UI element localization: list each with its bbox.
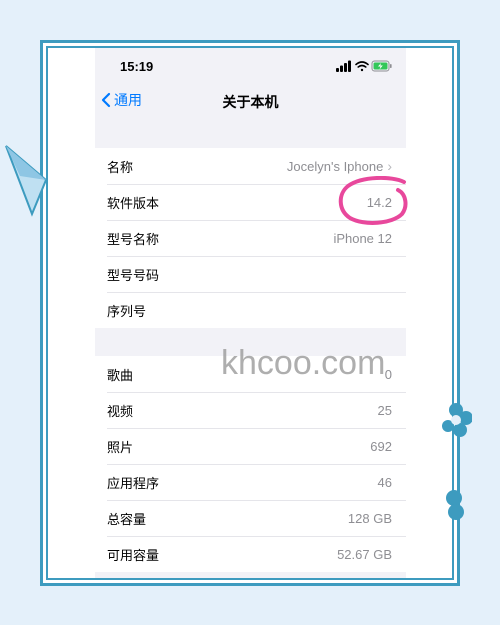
available-row: 可用容量 52.67 GB [95, 536, 406, 572]
row-value: 25 [377, 402, 392, 418]
flower-icon [442, 403, 472, 437]
row-label: 软件版本 [107, 196, 160, 212]
videos-row: 视频 25 [95, 392, 406, 428]
battery-charging-icon [371, 60, 392, 72]
paper-plane-icon [5, 145, 48, 217]
model-number-row: 型号号码 [95, 256, 406, 292]
status-bar: 15:19 [95, 48, 406, 86]
row-label: 名称 [107, 160, 134, 176]
row-label: 歌曲 [107, 368, 134, 384]
apps-row: 应用程序 46 [95, 464, 406, 500]
row-value: Jocelyn's Iphone › [287, 158, 392, 174]
stats-section: 歌曲 0 视频 25 照片 692 应用程序 46 总容量 128 GB 可用容… [95, 356, 406, 572]
capacity-row: 总容量 128 GB [95, 500, 406, 536]
row-value: 0 [384, 366, 392, 382]
row-label: 型号号码 [107, 268, 160, 284]
row-label: 照片 [107, 440, 134, 456]
row-value: 46 [377, 474, 392, 490]
row-value: iPhone 12 [333, 230, 392, 246]
row-label: 应用程序 [107, 476, 160, 492]
row-label: 序列号 [107, 304, 147, 320]
nav-bar: 通用 关于本机 [95, 86, 406, 118]
status-time: 15:19 [120, 59, 154, 74]
row-value: 128 GB [347, 510, 392, 526]
row-label: 型号名称 [107, 232, 160, 248]
about-section: 名称 Jocelyn's Iphone › 软件版本 14.2 型号名称 iPh… [95, 148, 406, 328]
row-value: 692 [370, 438, 392, 454]
page-title: 关于本机 [222, 95, 279, 111]
row-label: 总容量 [107, 512, 147, 528]
watermark: khcoo.com [221, 344, 386, 382]
row-label: 可用容量 [107, 548, 160, 564]
signal-icon [336, 60, 351, 72]
photos-row: 照片 692 [95, 428, 406, 464]
wifi-icon [355, 61, 369, 72]
chevron-right-icon: › [387, 158, 392, 174]
flower-partial-icon [446, 490, 464, 520]
row-value: 52.67 GB [337, 546, 392, 562]
row-label: 视频 [107, 404, 134, 420]
device-name-value: Jocelyn's Iphone [286, 158, 384, 174]
serial-number-row: 序列号 [95, 292, 406, 328]
settings-screen: 15:19 通用 关于本机 名称 Jocelyn's Iphone › 软件版本… [95, 48, 406, 578]
highlight-circle-icon [338, 176, 408, 225]
